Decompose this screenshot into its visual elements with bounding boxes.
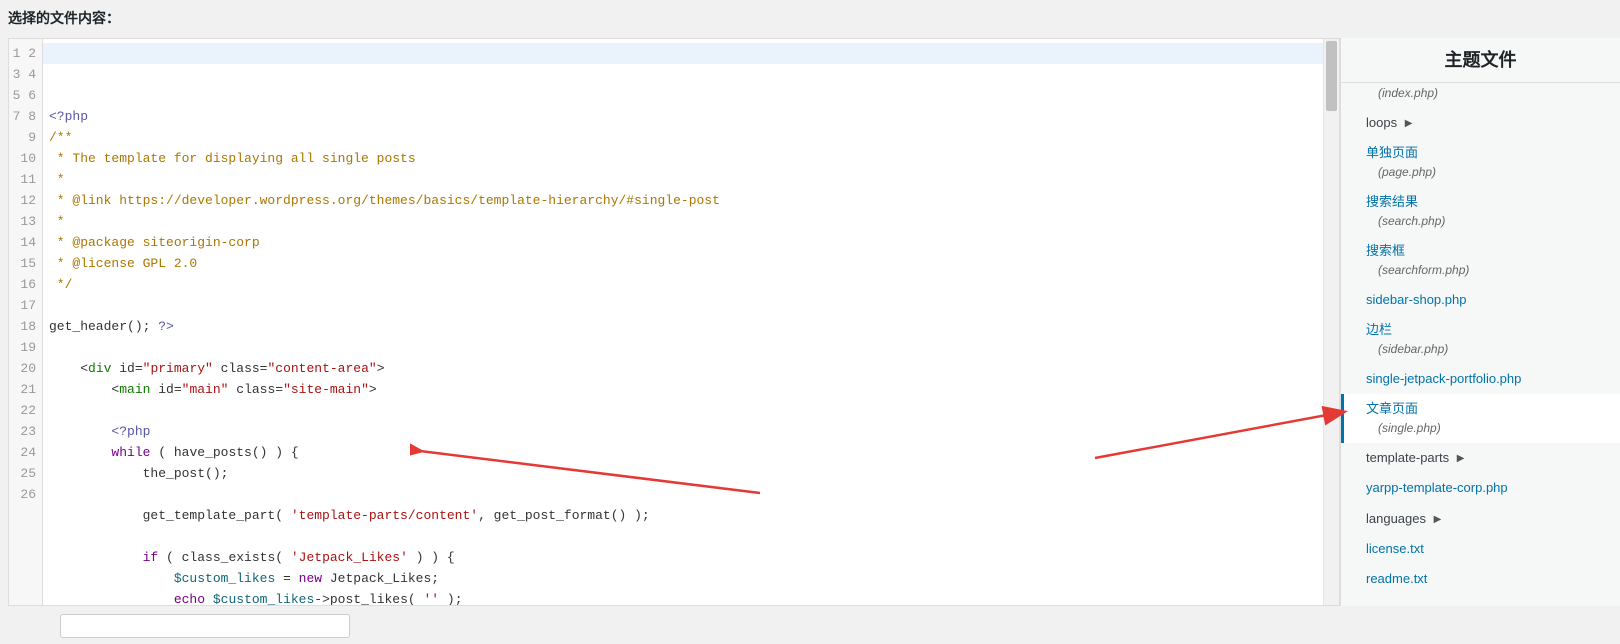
file-item-filename: (search.php) bbox=[1366, 213, 1606, 230]
file-item-label: 文章页面 bbox=[1366, 401, 1418, 416]
sidebar-title: 主题文件 bbox=[1341, 38, 1620, 83]
file-item-label: sidebar-shop.php bbox=[1366, 292, 1466, 307]
file-item-filename: (index.php) bbox=[1366, 85, 1606, 102]
footer-input[interactable] bbox=[60, 614, 350, 638]
file-item-filename: (single.php) bbox=[1366, 420, 1606, 437]
file-item-filename: (sidebar.php) bbox=[1366, 341, 1606, 358]
file-item[interactable]: template-parts ▶ bbox=[1341, 443, 1620, 473]
file-item-label: single-jetpack-portfolio.php bbox=[1366, 371, 1521, 386]
line-gutter: 1 2 3 4 5 6 7 8 9 10 11 12 13 14 15 16 1… bbox=[9, 39, 43, 605]
file-item[interactable]: 搜索框 (searchform.php) bbox=[1341, 236, 1620, 285]
footer-area bbox=[0, 606, 1620, 644]
file-item-label: 边栏 bbox=[1366, 322, 1392, 337]
file-item[interactable]: 边栏 (sidebar.php) bbox=[1341, 315, 1620, 364]
file-item-label: loops bbox=[1366, 115, 1397, 130]
caret-right-icon: ▶ bbox=[1405, 117, 1413, 131]
file-item-filename: (page.php) bbox=[1366, 164, 1606, 181]
code-editor[interactable]: 1 2 3 4 5 6 7 8 9 10 11 12 13 14 15 16 1… bbox=[8, 38, 1340, 606]
caret-right-icon: ▶ bbox=[1434, 513, 1442, 527]
file-item-label: languages bbox=[1366, 511, 1426, 526]
file-item-label: 单独页面 bbox=[1366, 145, 1418, 160]
file-item[interactable]: readme.txt bbox=[1341, 564, 1620, 594]
file-list: (index.php) loops ▶ 单独页面 (page.php) 搜索结果 (sea… bbox=[1341, 83, 1620, 606]
file-item-label: template-parts bbox=[1366, 450, 1449, 465]
file-item-label: 搜索结果 bbox=[1366, 194, 1418, 209]
file-item-selected[interactable]: 文章页面 (single.php) bbox=[1341, 394, 1620, 443]
file-item[interactable]: loops ▶ bbox=[1341, 108, 1620, 138]
active-line-highlight bbox=[43, 43, 1323, 64]
file-item[interactable]: single-jetpack-portfolio.php bbox=[1341, 364, 1620, 394]
code-area[interactable]: <?php /** * The template for displaying … bbox=[43, 39, 1323, 605]
theme-files-sidebar: 主题文件 (index.php) loops ▶ 单独页面 (page.php) 搜索结… bbox=[1340, 38, 1620, 606]
file-item[interactable]: (index.php) bbox=[1341, 85, 1620, 108]
editor-panel: 1 2 3 4 5 6 7 8 9 10 11 12 13 14 15 16 1… bbox=[0, 38, 1340, 606]
file-item[interactable]: languages ▶ bbox=[1341, 504, 1620, 534]
scrollbar-thumb[interactable] bbox=[1326, 41, 1337, 111]
file-item[interactable]: license.txt bbox=[1341, 534, 1620, 564]
caret-right-icon: ▶ bbox=[1457, 452, 1465, 466]
file-item[interactable]: sidebar-shop.php bbox=[1341, 285, 1620, 315]
page-subtitle: 选择的文件内容： bbox=[0, 0, 1620, 38]
file-item-label: license.txt bbox=[1366, 541, 1424, 556]
file-item-filename: (searchform.php) bbox=[1366, 262, 1606, 279]
file-item[interactable]: 搜索结果 (search.php) bbox=[1341, 187, 1620, 236]
file-item-label: yarpp-template-corp.php bbox=[1366, 480, 1508, 495]
file-item-label: 搜索框 bbox=[1366, 243, 1405, 258]
file-item[interactable]: yarpp-template-corp.php bbox=[1341, 473, 1620, 503]
file-item[interactable]: 单独页面 (page.php) bbox=[1341, 138, 1620, 187]
file-item-label: readme.txt bbox=[1366, 571, 1427, 586]
vertical-scrollbar[interactable] bbox=[1323, 39, 1339, 605]
